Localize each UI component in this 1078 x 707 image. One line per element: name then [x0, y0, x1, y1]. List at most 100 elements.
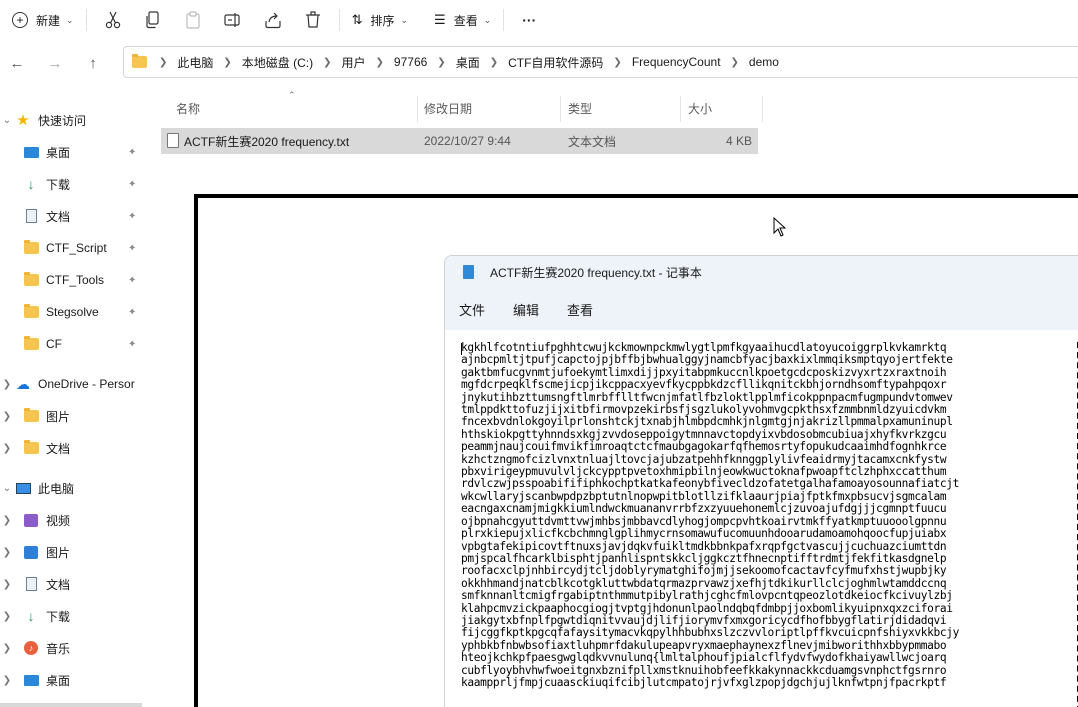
file-row[interactable]: ACTF新生赛2020 frequency.txt 2022/10/27 9:4… — [161, 128, 758, 154]
sidebar-item-this-pc[interactable]: ⌄ 此电脑 — [0, 473, 150, 503]
sidebar-item-label: 图片 — [46, 409, 71, 424]
copy-button[interactable] — [133, 5, 173, 35]
chevron-right-icon: ❯ — [613, 56, 622, 68]
breadcrumb-user[interactable]: 97766 — [390, 55, 431, 69]
column-header-size[interactable]: 大小 — [688, 96, 712, 120]
chevron-right-icon: ❯ — [2, 410, 12, 422]
notepad-title-bar[interactable]: ACTF新生赛2020 frequency.txt - 记事本 — [445, 256, 1078, 288]
forward-button[interactable]: → — [40, 48, 70, 78]
breadcrumb-demo[interactable]: demo — [745, 55, 783, 69]
toolbar-divider — [85, 9, 87, 31]
file-type: 文本文档 — [568, 134, 617, 149]
column-divider[interactable] — [680, 96, 681, 122]
breadcrumb-ctf-source[interactable]: CTF自用软件源码 — [504, 54, 607, 71]
sidebar-item-stegsolve[interactable]: Stegsolve ✦ — [0, 297, 150, 327]
sidebar-item-pc-desktop[interactable]: ❯ 桌面 — [0, 665, 150, 695]
sidebar-item-downloads[interactable]: ↓ 下载 ✦ — [0, 169, 150, 199]
computer-icon — [14, 480, 32, 496]
column-divider[interactable] — [762, 96, 763, 122]
toolbar-divider — [338, 9, 340, 31]
sidebar-item-label: 下载 — [46, 177, 71, 192]
new-button[interactable]: + 新建 ⌄ — [6, 5, 80, 35]
chevron-down-icon: ⌄ — [2, 114, 12, 126]
sidebar-item-pictures[interactable]: ❯ 图片 — [0, 537, 150, 567]
sidebar-item-documents[interactable]: 文档 ✦ — [0, 201, 150, 231]
picture-icon — [22, 544, 40, 560]
chevron-down-icon: ⌄ — [2, 482, 12, 494]
sidebar-item-onedrive[interactable]: ❯ ☁ OneDrive - Persor — [0, 369, 150, 399]
breadcrumb-local-disk[interactable]: 本地磁盘 (C:) — [238, 54, 317, 71]
chevron-right-icon: ❯ — [323, 56, 332, 68]
chevron-right-icon: ❯ — [730, 56, 739, 68]
sidebar-item-onedrive-documents[interactable]: ❯ 文档 — [0, 433, 150, 463]
breadcrumb-desktop[interactable]: 桌面 — [452, 54, 484, 71]
chevron-down-icon: ⌄ — [66, 14, 74, 25]
sidebar-item-label: 桌面 — [46, 145, 71, 160]
address-bar[interactable]: ❯ 此电脑 ❯ 本地磁盘 (C:) ❯ 用户 ❯ 97766 ❯ 桌面 ❯ CT… — [123, 46, 1078, 78]
chevron-right-icon: ❯ — [2, 642, 12, 654]
scissors-icon — [105, 11, 120, 29]
notepad-text-area[interactable]: kgkhlfcotntiufpghhtcwujkckmownpckmwlygtl… — [461, 342, 1078, 707]
menu-file[interactable]: 文件 — [459, 300, 485, 319]
document-icon — [22, 208, 40, 224]
text-caret — [461, 343, 462, 355]
music-icon: ♪ — [22, 640, 40, 656]
pin-icon: ✦ — [128, 242, 137, 254]
arrow-left-icon: ← — [9, 54, 25, 72]
breadcrumb-frequencycount[interactable]: FrequencyCount — [628, 55, 725, 69]
address-row: ← → ↑ ❯ 此电脑 ❯ 本地磁盘 (C:) ❯ 用户 ❯ 97766 ❯ 桌… — [0, 44, 1078, 82]
delete-button[interactable] — [293, 5, 333, 35]
sidebar-item-pc-downloads[interactable]: ❯ ↓ 下载 — [0, 601, 150, 631]
chevron-right-icon: ❯ — [223, 56, 232, 68]
chevron-right-icon: ❯ — [159, 56, 168, 68]
column-divider[interactable] — [560, 96, 561, 122]
arrow-up-icon: ↑ — [89, 54, 97, 72]
sort-button[interactable]: ⇅ 排序 ⌄ — [346, 5, 414, 35]
sidebar-item-label: CTF_Tools — [46, 273, 105, 287]
view-button[interactable]: ☰ 查看 ⌄ — [428, 5, 497, 35]
sidebar-item-onedrive-pictures[interactable]: ❯ 图片 — [0, 401, 150, 431]
column-header-date[interactable]: 修改日期 — [424, 96, 472, 120]
menu-view[interactable]: 查看 — [567, 300, 593, 319]
sidebar-item-music[interactable]: ❯ ♪ 音乐 — [0, 633, 150, 663]
sidebar-item-pc-documents[interactable]: ❯ 文档 — [0, 569, 150, 599]
text-line: fncexbvdnlokgoyilprlonshtckjtxnabjhlmbpd… — [461, 415, 953, 429]
share-button[interactable] — [253, 5, 293, 35]
sidebar-item-ctf-tools[interactable]: CTF_Tools ✦ — [0, 265, 150, 295]
rename-button[interactable] — [213, 5, 253, 35]
menu-edit[interactable]: 编辑 — [513, 300, 539, 319]
sidebar-item-label: CTF_Script — [46, 241, 107, 255]
cut-button[interactable] — [93, 5, 133, 35]
sort-button-label: 排序 — [370, 13, 395, 28]
column-header-type[interactable]: 类型 — [568, 96, 592, 120]
sidebar-item-label: 快速访问 — [38, 113, 87, 128]
sidebar-item-label: 文档 — [46, 441, 71, 456]
sidebar-item-cf[interactable]: CF ✦ — [0, 329, 150, 359]
sidebar-scrollbar[interactable] — [0, 703, 142, 707]
share-icon — [264, 12, 281, 29]
back-button[interactable]: ← — [2, 48, 32, 78]
column-header-name[interactable]: 名称 — [176, 96, 200, 120]
copy-icon — [145, 11, 159, 29]
sidebar-item-label: 此电脑 — [38, 481, 75, 496]
sidebar-item-videos[interactable]: ❯ 视频 — [0, 505, 150, 535]
column-divider[interactable] — [417, 96, 418, 122]
sidebar-item-desktop[interactable]: 桌面 ✦ — [0, 137, 150, 167]
notepad-title: ACTF新生赛2020 frequency.txt - 记事本 — [490, 265, 702, 280]
more-options-button[interactable]: ··· — [516, 5, 542, 35]
sidebar-item-label: CF — [46, 337, 62, 351]
sidebar-item-ctf-script[interactable]: CTF_Script ✦ — [0, 233, 150, 263]
pin-icon: ✦ — [128, 274, 137, 286]
sidebar-item-label: 文档 — [46, 209, 71, 224]
pin-icon: ✦ — [128, 178, 137, 190]
sidebar-item-quick-access[interactable]: ⌄ ★ 快速访问 — [0, 105, 150, 135]
text-line: roofacxclpjnhbircydjtcljdoblyrymatghifoj… — [461, 564, 947, 578]
text-line: hteojkchkpfpaesgwglqdkvvnulunq{lmltalpho… — [461, 651, 947, 665]
column-header-label: 名称 — [176, 101, 201, 116]
text-line: rdvlczwjpsspoabififiphkochptkatkafeonybf… — [461, 477, 960, 491]
up-button[interactable]: ↑ — [78, 48, 108, 78]
breadcrumb-this-pc[interactable]: 此电脑 — [173, 54, 217, 71]
folder-icon — [22, 440, 40, 456]
breadcrumb-users[interactable]: 用户 — [338, 54, 370, 71]
paste-button[interactable] — [173, 5, 213, 35]
